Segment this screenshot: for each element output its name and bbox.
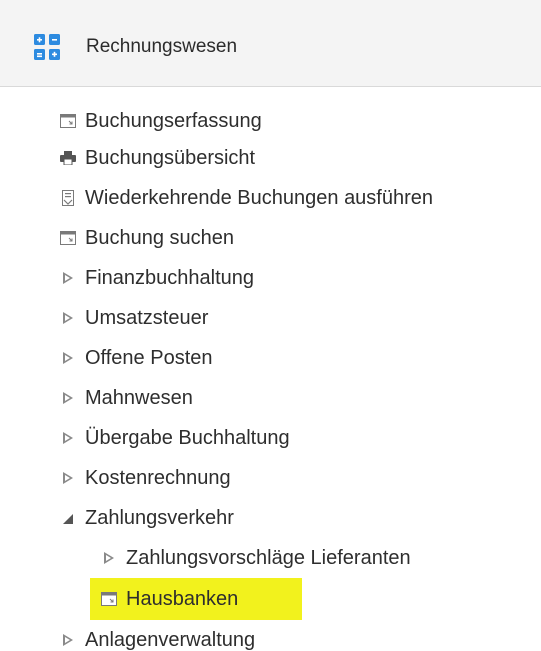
window-icon	[59, 229, 77, 247]
menu-item-offene-posten[interactable]: Offene Posten	[59, 340, 213, 376]
menu-item-label: Buchungsübersicht	[85, 147, 256, 169]
menu-item-zahlungsvorschlaege-lieferanten[interactable]: Zahlungsvorschläge Lieferanten	[100, 540, 411, 576]
menu-header[interactable]: Rechnungswesen	[0, 0, 541, 87]
menu-item-label: Kostenrechnung	[85, 467, 231, 489]
menu-item-wiederkehrende-buchungen[interactable]: Wiederkehrende Buchungen ausführen	[59, 180, 433, 216]
collapsed-arrow-icon	[59, 429, 77, 447]
menu-item-uebergabe-buchhaltung[interactable]: Übergabe Buchhaltung	[59, 420, 290, 456]
menu-item-buchungsuebersicht[interactable]: Buchungsübersicht	[59, 140, 255, 176]
menu-item-label: Finanzbuchhaltung	[85, 267, 255, 289]
menu-item-label: Hausbanken	[126, 588, 239, 610]
collapsed-arrow-icon	[59, 469, 77, 487]
menu-item-mahnwesen[interactable]: Mahnwesen	[59, 380, 193, 416]
menu-item-label: Übergabe Buchhaltung	[85, 427, 290, 449]
collapsed-arrow-icon	[59, 631, 77, 649]
menu-item-label: Anlagenverwaltung	[85, 629, 256, 651]
window-icon	[100, 590, 118, 608]
menu-item-label: Buchung suchen	[85, 227, 235, 249]
menu-item-kostenrechnung[interactable]: Kostenrechnung	[59, 460, 231, 496]
menu-item-label: Buchungserfassung	[85, 110, 262, 132]
menu-item-buchungserfassung[interactable]: Buchungserfassung	[59, 103, 262, 139]
menu-item-label: Mahnwesen	[85, 387, 193, 409]
menu-item-hausbanken[interactable]: Hausbanken	[90, 578, 302, 620]
menu-item-zahlungsverkehr[interactable]: Zahlungsverkehr	[59, 500, 234, 536]
grid-icon	[34, 34, 60, 60]
menu-item-label: Umsatzsteuer	[85, 307, 209, 329]
menu-item-label: Zahlungsvorschläge Lieferanten	[126, 547, 411, 569]
menu-item-umsatzsteuer[interactable]: Umsatzsteuer	[59, 300, 208, 336]
collapsed-arrow-icon	[59, 349, 77, 367]
menu-item-label: Wiederkehrende Buchungen ausführen	[85, 187, 434, 209]
collapsed-arrow-icon	[59, 389, 77, 407]
expanded-arrow-icon	[59, 509, 77, 527]
window-icon	[59, 112, 77, 130]
menu-item-label: Offene Posten	[85, 347, 213, 369]
document-icon	[59, 189, 77, 207]
menu-item-anlagenverwaltung[interactable]: Anlagenverwaltung	[59, 622, 255, 651]
menu-item-finanzbuchhaltung[interactable]: Finanzbuchhaltung	[59, 260, 254, 296]
menu-item-buchung-suchen[interactable]: Buchung suchen	[59, 220, 234, 256]
printer-icon	[59, 149, 77, 167]
menu-title: Rechnungswesen	[86, 36, 238, 57]
accounting-menu-panel: Rechnungswesen Buchungserfassung Buchung…	[0, 0, 541, 651]
menu-item-label: Zahlungsverkehr	[85, 507, 234, 529]
collapsed-arrow-icon	[59, 269, 77, 287]
collapsed-arrow-icon	[100, 549, 118, 567]
collapsed-arrow-icon	[59, 309, 77, 327]
